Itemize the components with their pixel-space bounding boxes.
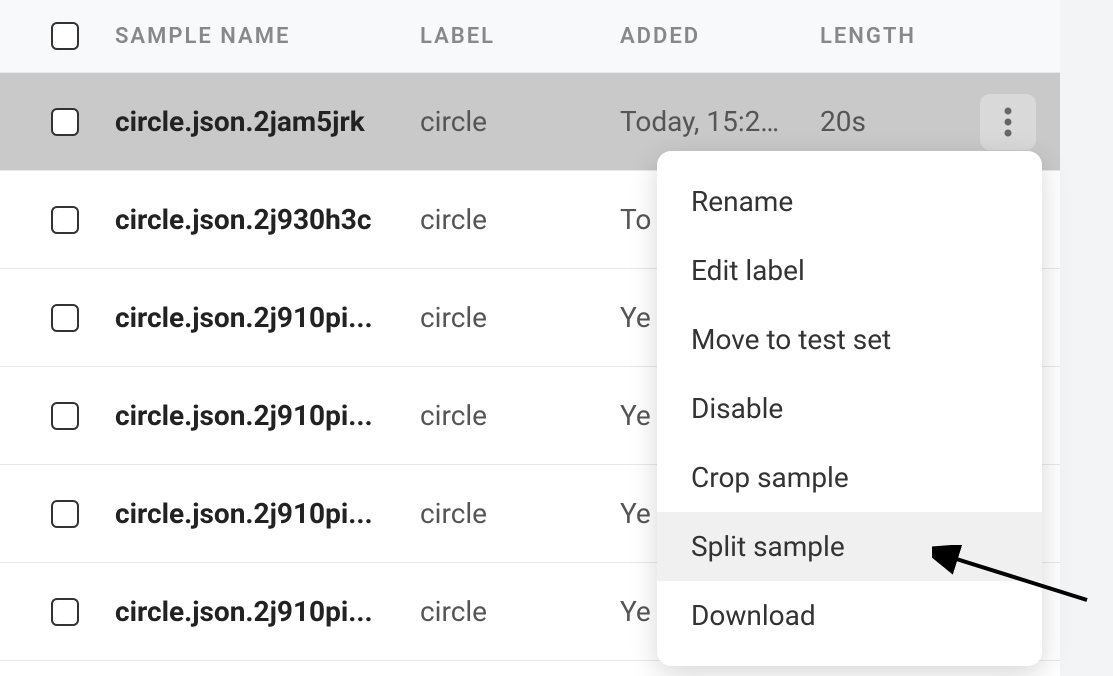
header-sample-name[interactable]: SAMPLE NAME bbox=[115, 24, 420, 49]
more-vertical-icon bbox=[1004, 106, 1012, 138]
menu-item-split-sample[interactable]: Split sample bbox=[657, 512, 1042, 581]
row-actions-menu: RenameEdit labelMove to test setDisableC… bbox=[657, 151, 1042, 666]
header-added[interactable]: ADDED bbox=[620, 24, 820, 49]
sample-label: circle bbox=[420, 399, 620, 432]
sample-added: Today, 15:2… bbox=[620, 105, 820, 138]
menu-item-edit-label[interactable]: Edit label bbox=[657, 236, 1042, 305]
row-checkbox[interactable] bbox=[51, 108, 79, 136]
sample-name: circle.json.2j910pi... bbox=[115, 301, 420, 334]
row-checkbox[interactable] bbox=[51, 206, 79, 234]
sample-label: circle bbox=[420, 595, 620, 628]
sample-name: circle.json.2j910pi... bbox=[115, 399, 420, 432]
sample-name: circle.json.2j930h3c bbox=[115, 203, 420, 236]
row-checkbox[interactable] bbox=[51, 402, 79, 430]
sample-name: circle.json.2jam5jrk bbox=[115, 105, 420, 138]
menu-item-disable[interactable]: Disable bbox=[657, 374, 1042, 443]
sample-name: circle.json.2j910pi... bbox=[115, 595, 420, 628]
select-all-checkbox[interactable] bbox=[51, 22, 79, 50]
sample-length: 20s bbox=[820, 105, 950, 138]
menu-item-rename[interactable]: Rename bbox=[657, 167, 1042, 236]
row-checkbox[interactable] bbox=[51, 304, 79, 332]
sample-label: circle bbox=[420, 497, 620, 530]
menu-item-move-to-test-set[interactable]: Move to test set bbox=[657, 305, 1042, 374]
sample-name: circle.json.2j910pi... bbox=[115, 497, 420, 530]
table-header: SAMPLE NAME LABEL ADDED LENGTH bbox=[0, 0, 1060, 73]
sample-label: circle bbox=[420, 301, 620, 334]
menu-item-crop-sample[interactable]: Crop sample bbox=[657, 443, 1042, 512]
sample-label: circle bbox=[420, 203, 620, 236]
header-label[interactable]: LABEL bbox=[420, 24, 620, 49]
row-checkbox[interactable] bbox=[51, 500, 79, 528]
more-actions-button[interactable] bbox=[980, 94, 1036, 150]
row-checkbox[interactable] bbox=[51, 598, 79, 626]
right-gutter bbox=[1060, 0, 1113, 676]
sample-label: circle bbox=[420, 105, 620, 138]
header-length[interactable]: LENGTH bbox=[820, 24, 1000, 49]
menu-item-download[interactable]: Download bbox=[657, 581, 1042, 650]
